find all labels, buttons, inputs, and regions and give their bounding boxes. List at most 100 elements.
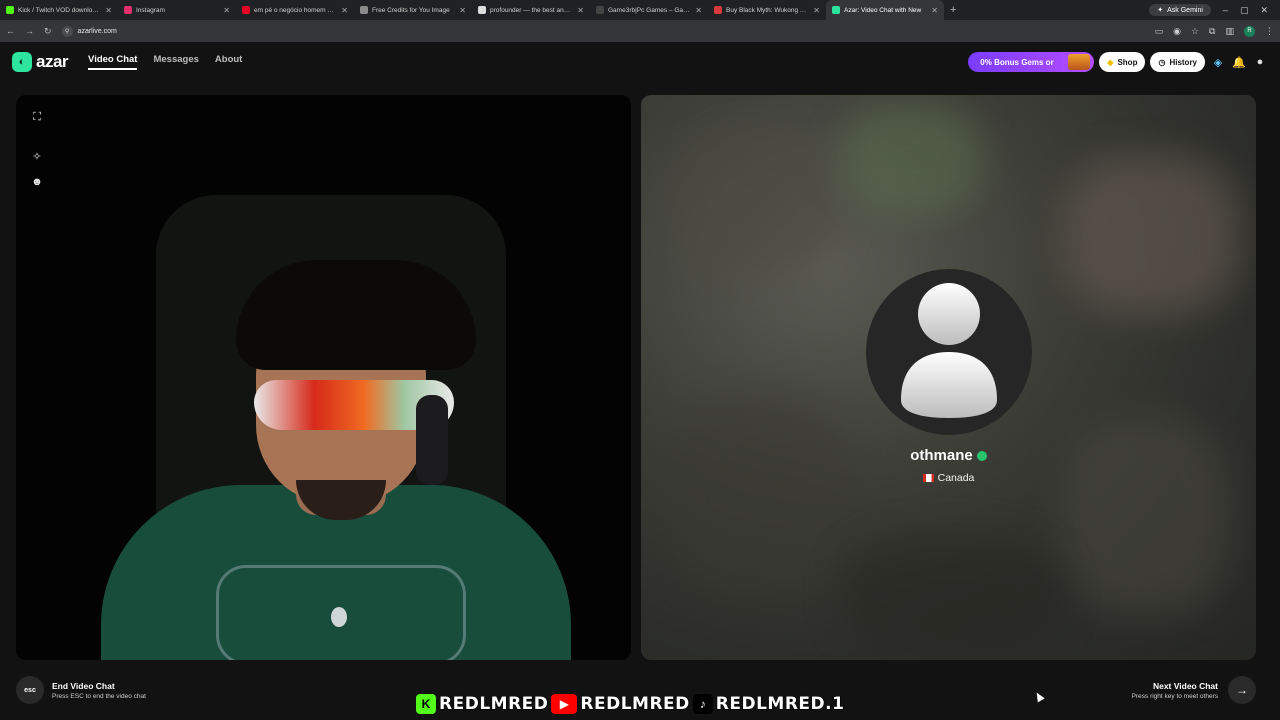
user-avatar-icon[interactable]: ● — [1252, 54, 1268, 70]
close-icon[interactable]: ✕ — [341, 6, 348, 15]
app-header: ◐ azar Video Chat Messages About 0% Bonu… — [0, 42, 1280, 82]
nav-video-chat[interactable]: Video Chat — [88, 54, 138, 70]
ask-gemini-button[interactable]: ✦ Ask Gemini — [1149, 4, 1211, 16]
header-actions: 0% Bonus Gems or ◆ Shop ◷ History ◈ 🔔 ● — [968, 52, 1268, 72]
blur-shape — [681, 135, 841, 275]
bell-icon[interactable]: 🔔 — [1231, 54, 1247, 70]
new-tab-icon[interactable]: + — [944, 4, 962, 16]
close-icon[interactable]: ✕ — [695, 6, 702, 15]
nav-messages[interactable]: Messages — [153, 54, 198, 70]
site-info-icon[interactable]: ⚲ — [61, 25, 73, 37]
partner-avatar — [866, 269, 1032, 435]
tab-favicon — [596, 6, 604, 14]
close-icon[interactable]: ✕ — [459, 6, 466, 15]
logo-icon: ◐ — [12, 52, 32, 72]
url-text: azarlive.com — [77, 27, 117, 35]
next-arrow-button[interactable]: → — [1228, 676, 1256, 704]
blur-shape — [671, 395, 851, 595]
tab-favicon — [714, 6, 722, 14]
eye-off-icon[interactable]: ◉ — [1173, 26, 1181, 37]
history-button[interactable]: ◷ History — [1150, 52, 1205, 72]
arrow-right-icon: → — [1236, 683, 1248, 697]
mouse-cursor — [1033, 690, 1045, 703]
headphones — [416, 395, 448, 485]
verified-badge-icon — [976, 450, 987, 461]
window-controls: ✦ Ask Gemini – ▢ ✕ — [1149, 4, 1280, 16]
shop-button[interactable]: ◆ Shop — [1099, 52, 1146, 72]
close-window-icon[interactable]: ✕ — [1260, 5, 1268, 16]
azar-logo[interactable]: ◐ azar — [12, 52, 69, 72]
forward-icon[interactable]: → — [25, 26, 34, 36]
close-icon[interactable]: ✕ — [223, 6, 230, 15]
minimize-icon[interactable]: – — [1223, 5, 1228, 15]
address-bar[interactable]: ⚲ azarlive.com — [61, 25, 1145, 37]
end-chat-hint: Press ESC to end the video chat — [52, 692, 146, 700]
sidepanel-icon[interactable]: ▥ — [1225, 26, 1234, 37]
next-chat-title: Next Video Chat — [1152, 680, 1218, 691]
tab-favicon — [6, 6, 14, 14]
blur-shape — [1061, 155, 1241, 315]
close-icon[interactable]: ✕ — [577, 6, 584, 15]
tab-favicon — [478, 6, 486, 14]
toolbar-actions: ▭ ◉ ☆ ⧉ ▥ R ⋮ — [1155, 25, 1274, 37]
tab-favicon — [124, 6, 132, 14]
canada-flag-icon — [922, 474, 934, 482]
partner-video-panel: othmane Canada — [641, 95, 1256, 660]
profile-avatar[interactable]: R — [1244, 25, 1255, 37]
nav-about[interactable]: About — [215, 54, 242, 70]
browser-tab[interactable]: Game3rb|Pc Games – Games Gr✕ — [590, 0, 708, 20]
tab-favicon — [360, 6, 368, 14]
magic-wand-icon[interactable]: ✧ — [30, 149, 44, 163]
browser-tab[interactable]: Kick / Twitch VOD downloader ✕ — [0, 0, 118, 20]
self-video-panel: ⛶ ✧ ☻ — [16, 95, 631, 660]
necklace-pendant — [331, 607, 347, 627]
end-chat-title: End Video Chat — [52, 680, 115, 691]
browser-tab[interactable]: em pé o negócio homem apoia ✕ — [236, 0, 354, 20]
main-nav: Video Chat Messages About — [88, 54, 242, 70]
browser-tab[interactable]: Instagram ✕ — [118, 0, 236, 20]
tiktok-icon: ♪ — [692, 694, 713, 714]
partner-name-row: othmane — [641, 447, 1256, 464]
close-icon[interactable]: ✕ — [105, 6, 112, 15]
smile-icon[interactable]: ☻ — [30, 175, 44, 189]
browser-tab[interactable]: Free Credits for You Image ✕ — [354, 0, 472, 20]
person-icon — [901, 283, 997, 418]
star-icon[interactable]: ☆ — [1191, 26, 1199, 37]
back-icon[interactable]: ← — [6, 26, 15, 36]
blur-shape — [841, 105, 981, 215]
extensions-icon[interactable]: ⧉ — [1209, 26, 1215, 37]
blur-shape — [1061, 415, 1231, 615]
bonus-gems-banner[interactable]: 0% Bonus Gems or — [968, 52, 1095, 72]
browser-toolbar: ← → ↻ ⚲ azarlive.com ▭ ◉ ☆ ⧉ ▥ R ⋮ — [0, 20, 1280, 42]
clock-icon: ◷ — [1158, 57, 1166, 67]
partner-name: othmane — [910, 447, 973, 464]
next-chat-hint: Press right key to meet others — [1131, 692, 1218, 700]
next-chat-control: Next Video Chat Press right key to meet … — [1132, 676, 1256, 704]
gemini-icon: ✦ — [1157, 7, 1164, 14]
streamer-watermark: K REDLMRED ▶ REDLMRED ♪ REDLMRED.1 — [416, 691, 866, 717]
cast-icon[interactable]: ▭ — [1155, 26, 1164, 37]
gem-store-icon[interactable]: ◈ — [1210, 54, 1226, 70]
browser-tab[interactable]: Buy Black Myth: Wukong Accou ✕ — [708, 0, 826, 20]
maximize-icon[interactable]: ▢ — [1240, 5, 1249, 16]
partner-country: Canada — [937, 472, 975, 484]
gem-icon: ◆ — [1107, 57, 1114, 67]
fullscreen-icon[interactable]: ⛶ — [30, 110, 44, 124]
browser-tab[interactable]: profounder — the best and fre ✕ — [472, 0, 590, 20]
end-chat-control: esc End Video Chat Press ESC to end the … — [16, 676, 146, 704]
partner-country-row: Canada — [641, 472, 1256, 484]
curly-hair — [236, 260, 476, 370]
close-icon[interactable]: ✕ — [813, 6, 820, 15]
reload-icon[interactable]: ↻ — [44, 26, 52, 37]
blur-shape — [841, 535, 1061, 655]
tab-favicon — [832, 6, 840, 14]
menu-icon[interactable]: ⋮ — [1265, 26, 1274, 37]
esc-button[interactable]: esc — [16, 676, 44, 704]
kick-icon: K — [416, 694, 436, 714]
tab-favicon — [242, 6, 250, 14]
browser-tab-active[interactable]: Azar: Video Chat with New ✕ — [826, 0, 944, 20]
treasure-chest-icon — [1068, 54, 1091, 70]
youtube-icon: ▶ — [551, 694, 578, 714]
close-icon[interactable]: ✕ — [931, 6, 938, 15]
browser-tab-strip: Kick / Twitch VOD downloader ✕ Instagram ✕… — [0, 0, 1280, 20]
